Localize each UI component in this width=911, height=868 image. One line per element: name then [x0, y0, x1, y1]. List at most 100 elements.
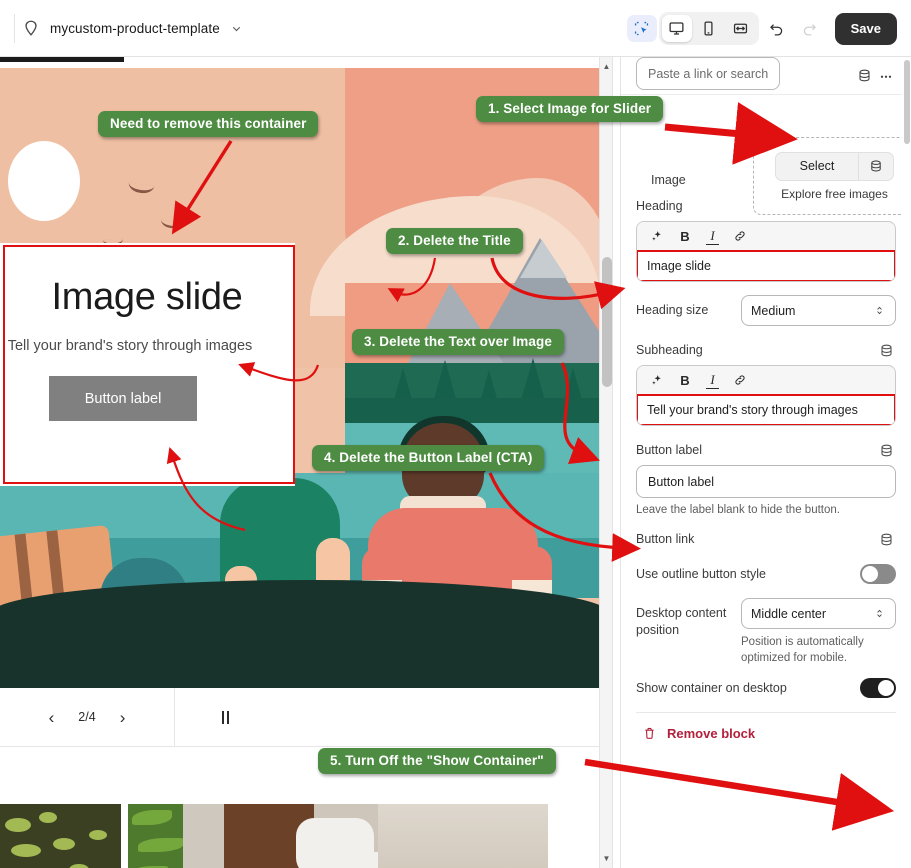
subheading-label: Subheading: [636, 343, 703, 357]
slider-next-button[interactable]: ›: [120, 709, 126, 726]
scroll-up-arrow-icon[interactable]: ▲: [600, 59, 613, 74]
outline-style-toggle[interactable]: [860, 564, 896, 584]
top-toolbar: mycustom-product-template Save: [0, 0, 911, 57]
subheading-field: Subheading B I Tell your brand's story t…: [636, 340, 896, 426]
link-icon[interactable]: [728, 225, 752, 247]
editor-window: mycustom-product-template Save Image sli…: [0, 0, 911, 868]
sidebar-scrollbar[interactable]: [902, 57, 911, 868]
ellipsis-icon[interactable]: [875, 65, 897, 87]
inspector-icon-button[interactable]: [626, 15, 657, 42]
trash-icon: [642, 726, 657, 741]
content-position-helper: Position is automatically optimized for …: [741, 636, 864, 664]
button-link-field: Button link Paste a link or search: [636, 57, 896, 549]
annotation-step-2: 2. Delete the Title: [386, 228, 523, 254]
page-tab-indicator: [0, 57, 124, 62]
button-label-field: Button label Button label Leave the labe…: [636, 440, 896, 516]
pause-icon: [221, 710, 229, 724]
redo-icon-button[interactable]: [794, 13, 825, 44]
button-link-label: Button link: [636, 532, 695, 546]
content-position-field: Desktop content position Middle center P…: [636, 598, 896, 666]
select-image-button[interactable]: Select: [775, 151, 858, 181]
show-container-label: Show container on desktop: [636, 681, 787, 696]
heading-richtext: B I Image slide: [636, 221, 896, 282]
viewport-mode-group: [658, 12, 759, 45]
sidebar-scrollbar-thumb[interactable]: [904, 60, 910, 144]
heading-label: Heading: [636, 199, 683, 213]
outline-style-row: Use outline button style: [636, 564, 896, 584]
photo-strip[interactable]: [0, 804, 600, 868]
sun-shape: [8, 141, 80, 221]
canoe-shape: [0, 580, 600, 688]
remove-block-label: Remove block: [667, 726, 756, 742]
bold-icon[interactable]: B: [673, 369, 697, 391]
document-title: mycustom-product-template: [50, 20, 220, 36]
show-container-toggle[interactable]: [860, 678, 896, 699]
select-split-button: Select: [775, 151, 894, 181]
undo-icon-button[interactable]: [761, 13, 792, 44]
stepper-chevrons-icon: [877, 609, 882, 618]
remove-block-button[interactable]: Remove block: [636, 713, 896, 741]
slide-subheading[interactable]: Tell your brand's story through images: [0, 338, 278, 354]
fullwidth-icon-button[interactable]: [726, 15, 756, 42]
show-container-row: Show container on desktop: [636, 678, 896, 699]
chevron-down-icon[interactable]: [230, 22, 243, 35]
italic-icon[interactable]: I: [706, 372, 719, 389]
dynamic-source-icon[interactable]: [853, 65, 875, 87]
link-icon[interactable]: [728, 369, 752, 391]
slide-heading[interactable]: Image slide: [0, 276, 295, 319]
content-position-select[interactable]: Middle center: [741, 598, 896, 629]
button-label-helper: Leave the label blank to hide the button…: [636, 504, 840, 516]
slider-prev-button[interactable]: ‹: [49, 709, 55, 726]
scroll-down-arrow-icon[interactable]: ▼: [600, 851, 613, 866]
toolbar-actions: Save: [626, 0, 897, 57]
ai-sparkle-icon[interactable]: [645, 225, 669, 247]
settings-sidebar: Slide Image Select: [620, 57, 911, 868]
content-position-value: Middle center: [751, 606, 827, 621]
slide-stage[interactable]: Image slide Tell your brand's story thro…: [0, 68, 600, 688]
heading-size-label: Heading size: [636, 303, 709, 317]
button-link-input[interactable]: Paste a link or search: [636, 57, 781, 90]
desktop-icon-button[interactable]: [661, 15, 692, 42]
image-label: Image: [651, 173, 686, 187]
heading-input[interactable]: Image slide: [637, 250, 895, 281]
subheading-input[interactable]: Tell your brand's story through images: [637, 394, 895, 425]
subheading-richtext: B I Tell your brand's story through imag…: [636, 365, 896, 426]
annotation-step-3: 3. Delete the Text over Image: [352, 329, 564, 355]
heading-size-field: Heading size Medium: [636, 295, 896, 326]
slider-control-bar: ‹ 2/4 ›: [0, 687, 600, 747]
mobile-icon-button[interactable]: [694, 15, 724, 42]
toolbar-divider: [14, 14, 15, 43]
slider-nav: ‹ 2/4 ›: [0, 687, 175, 747]
button-label-label: Button label: [636, 443, 703, 457]
image-picker[interactable]: Select Explore free images: [753, 137, 911, 215]
heading-size-select[interactable]: Medium: [741, 295, 896, 326]
image-dynamic-source-icon[interactable]: [858, 151, 894, 181]
heading-richtext-toolbar: B I: [637, 222, 895, 251]
bold-icon[interactable]: B: [673, 225, 697, 247]
annotation-need-remove-container: Need to remove this container: [98, 111, 319, 137]
slide-counter: 2/4: [78, 710, 96, 724]
button-label-dynamic-source-icon[interactable]: [876, 440, 896, 460]
button-link-dynamic-source-icon[interactable]: [876, 529, 896, 549]
heading-size-value: Medium: [751, 303, 796, 318]
button-label-input[interactable]: Button label: [636, 465, 896, 498]
document-title-area[interactable]: mycustom-product-template: [0, 19, 243, 37]
subheading-richtext-toolbar: B I: [637, 366, 895, 395]
annotation-step-5: 5. Turn Off the "Show Container": [318, 748, 556, 774]
annotation-step-4: 4. Delete the Button Label (CTA): [312, 445, 545, 471]
save-button[interactable]: Save: [834, 12, 897, 45]
slide-cta-button[interactable]: Button label: [49, 376, 197, 421]
subheading-dynamic-source-icon[interactable]: [876, 340, 896, 360]
annotation-step-1: 1. Select Image for Slider: [476, 96, 664, 122]
slide-content-container[interactable]: Image slide Tell your brand's story thro…: [0, 243, 295, 486]
slider-pause-button[interactable]: [175, 688, 275, 747]
canvas-scrollbar-thumb[interactable]: [602, 257, 612, 387]
italic-icon[interactable]: I: [706, 228, 719, 245]
photo-thumbnail-2[interactable]: [128, 804, 548, 868]
photo-thumbnail-1[interactable]: [0, 804, 121, 868]
content-position-label: Desktop content position: [636, 606, 727, 637]
image-field: Image Select Explore free images: [636, 95, 911, 215]
explore-free-images-link[interactable]: Explore free images: [781, 187, 888, 201]
canvas-scrollbar[interactable]: ▲ ▼: [599, 57, 613, 868]
ai-sparkle-icon[interactable]: [645, 369, 669, 391]
